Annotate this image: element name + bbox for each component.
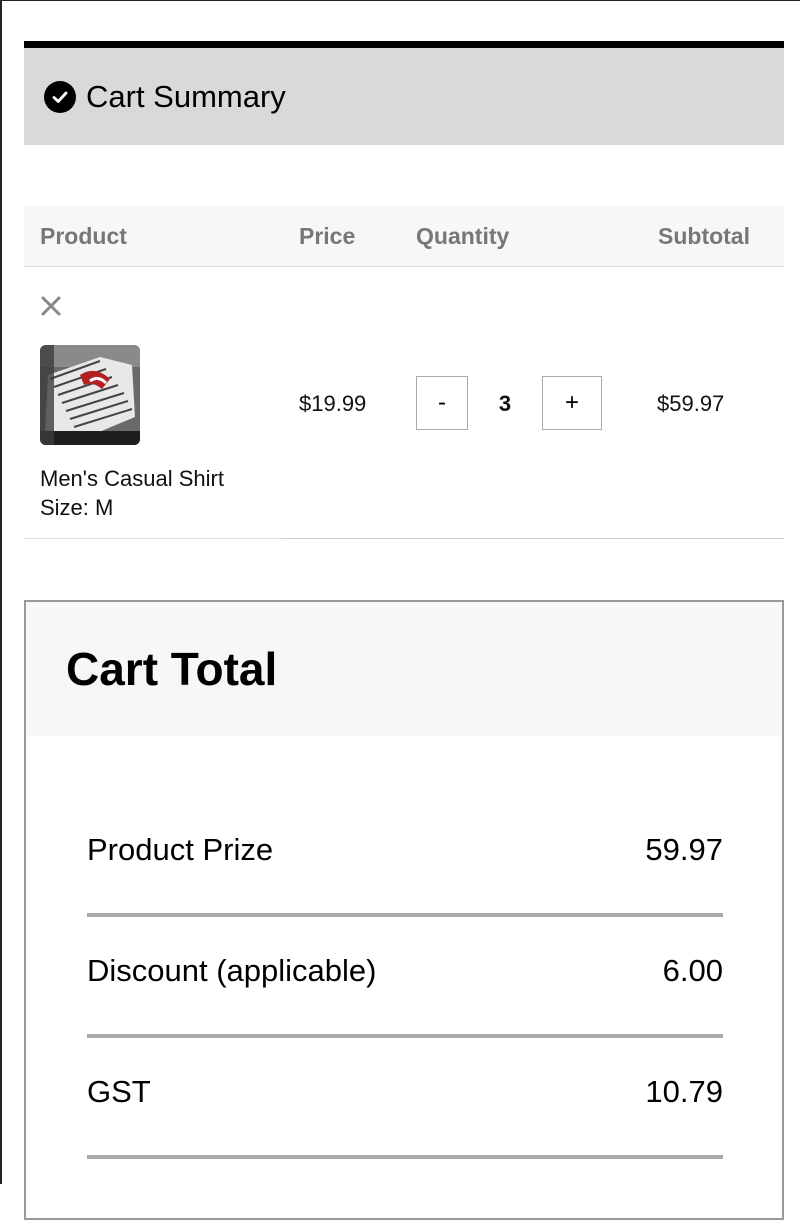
remove-item-icon[interactable]: [40, 295, 62, 317]
cart-total-panel: Cart Total Product Prize 59.97 Discount …: [24, 600, 784, 1220]
total-row-label: Discount (applicable): [87, 953, 377, 988]
cart-table: Product Price Quantity Subtotal Men's Ca…: [24, 206, 784, 539]
quantity-decrease-button[interactable]: -: [416, 376, 468, 430]
total-row-discount: Discount (applicable) 6.00: [87, 917, 723, 1038]
total-row-gst: GST 10.79: [87, 1038, 723, 1159]
table-header: Product Price Quantity Subtotal: [24, 206, 784, 267]
product-price: $19.99: [299, 391, 367, 416]
product-size: Size: M: [40, 495, 114, 520]
product-subtotal: $59.97: [657, 391, 725, 416]
total-row-label: GST: [87, 1074, 151, 1109]
table-row: Men's Casual Shirt Size: M $19.99 - 3 + …: [24, 267, 784, 539]
total-row-value: 59.97: [645, 832, 723, 867]
check-circle-icon: [44, 80, 76, 113]
cart-total-header: Cart Total: [26, 602, 782, 736]
quantity-value: 3: [498, 391, 512, 416]
total-row-label: Product Prize: [87, 832, 274, 867]
total-row-value: 10.79: [645, 1074, 723, 1109]
row-divider: [24, 538, 282, 539]
header-quantity: Quantity: [416, 223, 510, 249]
cart-total-title: Cart Total: [66, 643, 278, 695]
total-row-product-prize: Product Prize 59.97: [87, 796, 723, 917]
product-thumbnail[interactable]: [40, 345, 140, 445]
total-row-value: 6.00: [662, 953, 723, 988]
product-name[interactable]: Men's Casual Shirt: [40, 466, 224, 492]
cart-summary-title: Cart Summary: [86, 78, 286, 114]
quantity-increase-button[interactable]: +: [542, 376, 602, 430]
row-divider: [282, 538, 784, 539]
header-price: Price: [299, 223, 356, 249]
header-product: Product: [40, 223, 127, 249]
header-subtotal: Subtotal: [658, 223, 750, 249]
cart-summary-bar: Cart Summary: [24, 41, 784, 145]
